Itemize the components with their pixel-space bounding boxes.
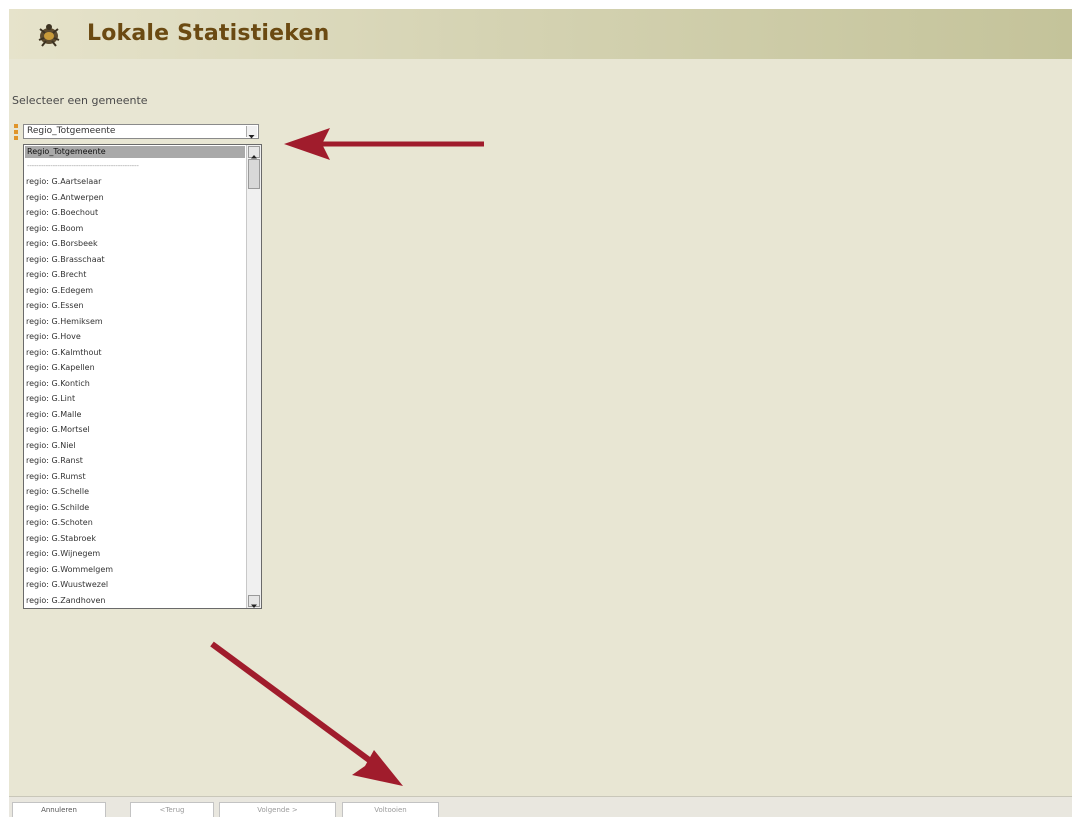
dropdown-option[interactable]: regio: G.Boom <box>26 223 244 235</box>
app-title: Lokale Statistieken <box>87 21 330 46</box>
municipality-select[interactable]: Regio_Totgemeente <box>23 124 259 139</box>
dropdown-option[interactable]: regio: G.Antwerpen <box>26 192 244 204</box>
dropdown-option[interactable]: regio: G.Mortsel <box>26 424 244 436</box>
next-button[interactable]: Volgende > <box>219 802 336 817</box>
dropdown-option[interactable]: regio: G.Wuustwezel <box>26 579 244 591</box>
dropdown-option[interactable]: regio: G.Schelle <box>26 486 244 498</box>
dropdown-option[interactable]: regio: G.Essen <box>26 300 244 312</box>
scroll-up-icon[interactable] <box>248 146 260 159</box>
select-current-value: Regio_Totgemeente <box>27 126 116 136</box>
dropdown-option[interactable]: regio: G.Lint <box>26 393 244 405</box>
dropdown-option[interactable]: regio: G.Borsbeek <box>26 238 244 250</box>
required-marker-icon <box>14 124 18 140</box>
finish-button[interactable]: Voltooien <box>342 802 439 817</box>
chevron-down-icon[interactable] <box>246 126 257 139</box>
back-button[interactable]: <Terug <box>130 802 214 817</box>
app-header: Lokale Statistieken <box>9 9 1072 59</box>
dropdown-options: Regio_Totgemeente ----------------------… <box>24 145 246 608</box>
scroll-down-icon[interactable] <box>248 595 260 608</box>
insect-crest-icon <box>38 24 60 47</box>
dropdown-option[interactable]: regio: G.Wijnegem <box>26 548 244 560</box>
dropdown-option[interactable]: regio: G.Kapellen <box>26 362 244 374</box>
select-prompt-label: Selecteer een gemeente <box>12 94 148 107</box>
dropdown-option[interactable]: regio: G.Edegem <box>26 285 244 297</box>
dropdown-option[interactable]: regio: G.Schoten <box>26 517 244 529</box>
app-window: Lokale Statistieken Selecteer een gemeen… <box>9 9 1072 817</box>
dropdown-option[interactable]: regio: G.Boechout <box>26 207 244 219</box>
dropdown-option[interactable]: regio: G.Hove <box>26 331 244 343</box>
dropdown-option[interactable]: regio: G.Schilde <box>26 502 244 514</box>
dropdown-option-selected[interactable]: Regio_Totgemeente <box>25 146 245 158</box>
dropdown-separator: ----------------------------------------… <box>27 162 139 170</box>
dropdown-option[interactable]: regio: G.Brasschaat <box>26 254 244 266</box>
dropdown-scrollbar[interactable] <box>246 145 261 608</box>
dropdown-option[interactable]: regio: G.Kontich <box>26 378 244 390</box>
dropdown-option[interactable]: regio: G.Stabroek <box>26 533 244 545</box>
dropdown-option[interactable]: regio: G.Zandhoven <box>26 595 244 607</box>
wizard-footer: Annuleren <Terug Volgende > Voltooien <box>9 796 1072 817</box>
dropdown-option[interactable]: regio: G.Hemiksem <box>26 316 244 328</box>
dropdown-option[interactable]: regio: G.Kalmthout <box>26 347 244 359</box>
dropdown-option[interactable]: regio: G.Malle <box>26 409 244 421</box>
dropdown-option[interactable]: regio: G.Wommelgem <box>26 564 244 576</box>
dropdown-option[interactable]: regio: G.Aartselaar <box>26 176 244 188</box>
dropdown-option[interactable]: regio: G.Niel <box>26 440 244 452</box>
dropdown-option[interactable]: regio: G.Rumst <box>26 471 244 483</box>
cancel-button[interactable]: Annuleren <box>12 802 106 817</box>
dropdown-option[interactable]: regio: G.Brecht <box>26 269 244 281</box>
scroll-thumb[interactable] <box>248 159 260 189</box>
dropdown-option[interactable]: regio: G.Ranst <box>26 455 244 467</box>
municipality-dropdown-list[interactable]: Regio_Totgemeente ----------------------… <box>23 144 262 609</box>
